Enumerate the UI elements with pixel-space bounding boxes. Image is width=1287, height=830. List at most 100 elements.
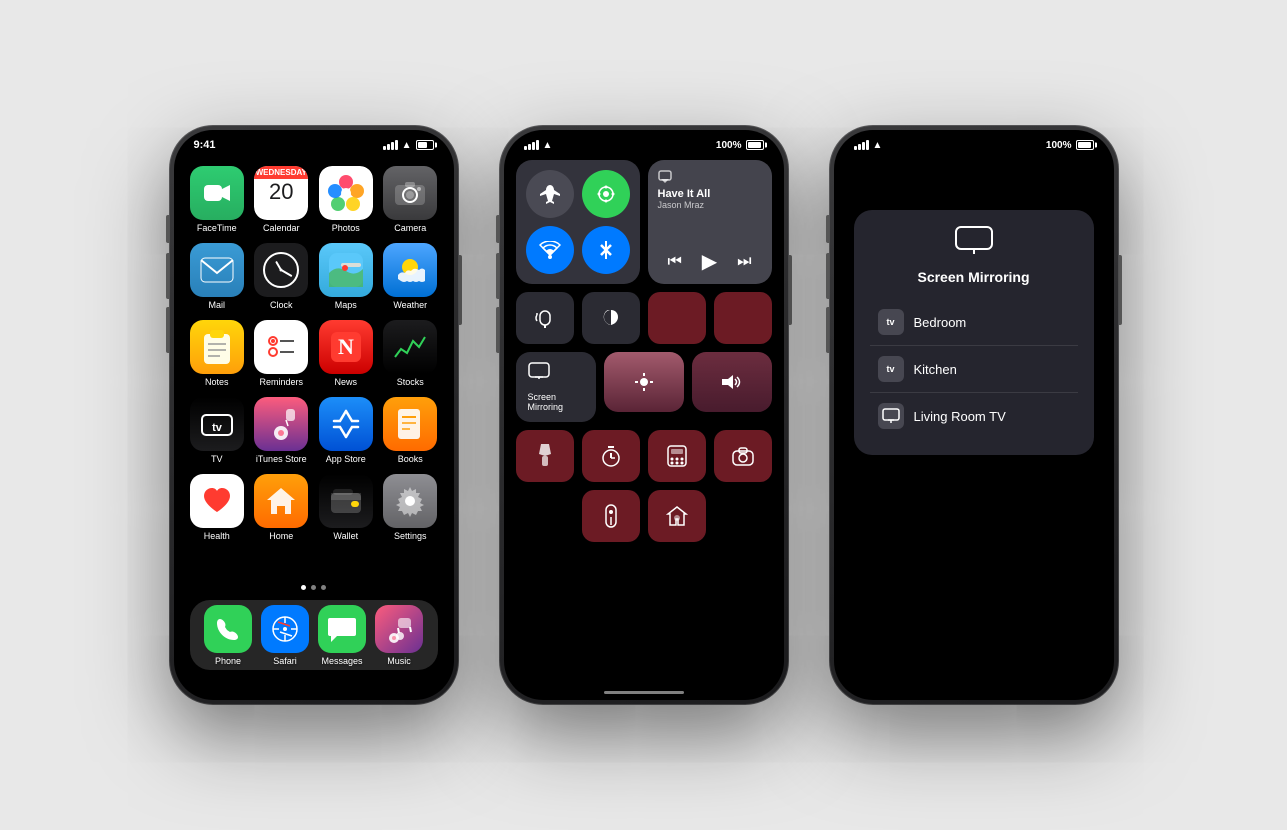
homekit-button[interactable] bbox=[648, 490, 706, 542]
brightness-icon bbox=[633, 371, 655, 393]
app-label-home: Home bbox=[269, 531, 293, 541]
bluetooth-button[interactable] bbox=[582, 226, 630, 274]
cc-last-row bbox=[516, 490, 772, 542]
signal-icon-3 bbox=[854, 140, 869, 150]
screen-mirroring-button[interactable]: Screen Mirroring bbox=[516, 352, 596, 422]
app-label-photos: Photos bbox=[332, 223, 360, 233]
notch bbox=[254, 130, 374, 154]
do-not-disturb-button[interactable] bbox=[582, 292, 640, 344]
orientation-lock-button[interactable] bbox=[516, 292, 574, 344]
app-label-clock: Clock bbox=[270, 300, 293, 310]
screen-mirroring-label: Screen Mirroring bbox=[528, 392, 584, 412]
remote-button[interactable] bbox=[582, 490, 640, 542]
dock-phone[interactable]: Phone bbox=[204, 605, 252, 666]
wifi-control-button[interactable] bbox=[526, 226, 574, 274]
mirroring-device-bedroom[interactable]: tv Bedroom bbox=[870, 299, 1078, 346]
brightness-slider[interactable] bbox=[604, 352, 684, 412]
cc-bottom-row bbox=[516, 430, 772, 482]
volume-slider[interactable] bbox=[692, 352, 772, 412]
app-label-books: Books bbox=[398, 454, 423, 464]
volume-up-button-3[interactable] bbox=[826, 253, 829, 299]
svg-text:tv: tv bbox=[212, 422, 223, 434]
app-calendar[interactable]: Wednesday 20 Calendar bbox=[254, 166, 309, 233]
app-photos[interactable]: Photos bbox=[319, 166, 374, 233]
page-dot-3 bbox=[321, 585, 326, 590]
app-itunes[interactable]: iTunes Store bbox=[254, 397, 309, 464]
page-indicator bbox=[174, 585, 454, 590]
signal-icon-2 bbox=[524, 140, 539, 150]
wifi-icon-3: ▲ bbox=[873, 140, 883, 151]
app-label-facetime: FaceTime bbox=[197, 223, 237, 233]
music-tile[interactable]: Have It All Jason Mraz ⏮ ▶ ⏭ bbox=[648, 160, 772, 284]
home-indicator-2 bbox=[604, 691, 684, 694]
clock-face bbox=[263, 252, 299, 288]
camera-control-button[interactable] bbox=[714, 430, 772, 482]
volume-up-button[interactable] bbox=[166, 253, 169, 299]
app-news[interactable]: N News bbox=[319, 320, 374, 387]
prev-track-button[interactable]: ⏮ bbox=[667, 253, 681, 271]
flashlight-icon bbox=[537, 444, 553, 468]
app-books[interactable]: Books bbox=[383, 397, 438, 464]
mute-button[interactable] bbox=[166, 215, 169, 243]
mute-button-3[interactable] bbox=[826, 215, 829, 243]
app-health[interactable]: Health bbox=[190, 474, 245, 541]
music-artist-name: Jason Mraz bbox=[658, 200, 762, 210]
calculator-button[interactable] bbox=[648, 430, 706, 482]
app-camera[interactable]: Camera bbox=[383, 166, 438, 233]
power-button[interactable] bbox=[459, 255, 462, 325]
app-weather[interactable]: Weather bbox=[383, 243, 438, 310]
app-reminders[interactable]: Reminders bbox=[254, 320, 309, 387]
battery-icon-3 bbox=[1076, 140, 1094, 150]
homekit-icon bbox=[666, 505, 688, 527]
volume-icon bbox=[721, 373, 743, 391]
app-label-notes: Notes bbox=[205, 377, 229, 387]
screen-mirroring-icon bbox=[528, 362, 550, 380]
mirroring-header: Screen Mirroring bbox=[870, 226, 1078, 285]
appletv-badge-kitchen: tv bbox=[878, 356, 904, 382]
volume-down-button-2[interactable] bbox=[496, 307, 499, 353]
app-clock[interactable]: Clock bbox=[254, 243, 309, 310]
wifi-icon-2: ▲ bbox=[543, 140, 553, 151]
battery-pct: 100% bbox=[716, 140, 742, 151]
power-button-2[interactable] bbox=[789, 255, 792, 325]
airplay-icon bbox=[658, 170, 672, 184]
app-maps[interactable]: Maps bbox=[319, 243, 374, 310]
time-display: 9:41 bbox=[194, 139, 216, 151]
signal-group-3: ▲ bbox=[854, 140, 883, 151]
volume-down-button-3[interactable] bbox=[826, 307, 829, 353]
unknown-ctrl-1[interactable] bbox=[648, 292, 706, 344]
flashlight-button[interactable] bbox=[516, 430, 574, 482]
app-stocks[interactable]: Stocks bbox=[383, 320, 438, 387]
photos-flower-icon bbox=[328, 175, 364, 211]
app-appstore[interactable]: App Store bbox=[319, 397, 374, 464]
app-home[interactable]: Home bbox=[254, 474, 309, 541]
battery-icon-2 bbox=[746, 140, 764, 150]
power-button-3[interactable] bbox=[1119, 255, 1122, 325]
app-mail[interactable]: Mail bbox=[190, 243, 245, 310]
mirroring-device-kitchen[interactable]: tv Kitchen bbox=[870, 346, 1078, 393]
remote-icon bbox=[604, 504, 618, 528]
next-track-button[interactable]: ⏭ bbox=[737, 253, 751, 271]
mute-button-2[interactable] bbox=[496, 215, 499, 243]
play-pause-button[interactable]: ▶ bbox=[702, 249, 717, 274]
app-notes[interactable]: Notes bbox=[190, 320, 245, 387]
music-info: Have It All Jason Mraz bbox=[658, 170, 762, 210]
dock-safari[interactable]: Safari bbox=[261, 605, 309, 666]
timer-button[interactable] bbox=[582, 430, 640, 482]
unknown-ctrl-2[interactable] bbox=[714, 292, 772, 344]
dock-music[interactable]: Music bbox=[375, 605, 423, 666]
airplane-mode-button[interactable] bbox=[526, 170, 574, 218]
app-facetime[interactable]: FaceTime bbox=[190, 166, 245, 233]
cellular-button[interactable] bbox=[582, 170, 630, 218]
mirroring-device-livingroom[interactable]: Living Room TV bbox=[870, 393, 1078, 439]
app-wallet[interactable]: Wallet bbox=[319, 474, 374, 541]
notch-2 bbox=[584, 130, 704, 154]
music-track-title: Have It All bbox=[658, 188, 762, 200]
app-settings[interactable]: Settings bbox=[383, 474, 438, 541]
volume-down-button[interactable] bbox=[166, 307, 169, 353]
app-grid: FaceTime Wednesday 20 Calendar bbox=[186, 166, 442, 541]
app-tv[interactable]: tv TV bbox=[190, 397, 245, 464]
appletv-badge-bedroom: tv bbox=[878, 309, 904, 335]
dock-messages[interactable]: Messages bbox=[318, 605, 366, 666]
volume-up-button-2[interactable] bbox=[496, 253, 499, 299]
